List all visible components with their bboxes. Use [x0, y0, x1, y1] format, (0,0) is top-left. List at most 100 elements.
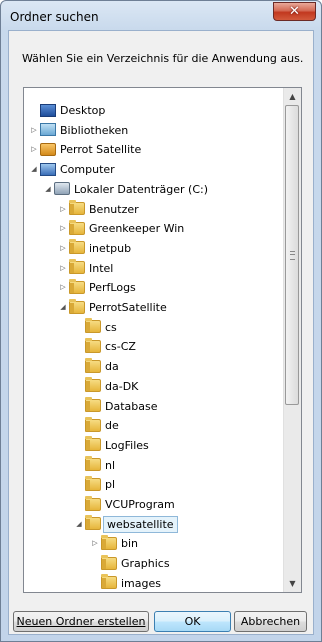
folder-icon — [85, 495, 101, 511]
tree-item-label: Desktop — [60, 104, 106, 117]
ok-label: OK — [184, 615, 201, 628]
expand-icon[interactable]: ▷ — [59, 259, 67, 278]
folder-icon — [85, 515, 101, 531]
tree-item[interactable]: ◢ Lokaler Datenträger (C:) — [44, 180, 208, 199]
description-text: Wählen Sie ein Verzeichnis für die Anwen… — [22, 52, 304, 65]
user-folder-icon — [40, 142, 56, 156]
tree-item-label: LogFiles — [105, 438, 149, 452]
tree-item[interactable]: ◢ websatellite — [75, 515, 178, 534]
tree-item-label: Computer — [60, 163, 115, 177]
tree-item-label: da — [105, 360, 119, 374]
collapse-icon[interactable]: ◢ — [75, 515, 83, 534]
folder-icon — [101, 574, 117, 590]
dialog-body: Wählen Sie ein Verzeichnis für die Anwen… — [8, 30, 314, 635]
tree-item-label: Perrot Satellite — [60, 143, 142, 157]
tree-item[interactable]: ▷ Intel — [59, 259, 113, 278]
libraries-icon — [40, 123, 56, 137]
tree-item-label: de — [105, 419, 119, 433]
tree-item[interactable]: ▷ bin — [91, 534, 138, 553]
tree-item[interactable]: ◢ PerrotSatellite — [59, 298, 167, 317]
tree-item-label: bin — [121, 537, 139, 551]
tree-item[interactable]: de — [75, 416, 119, 435]
tree-item-label: cs — [105, 320, 117, 334]
tree-item-label: Benutzer — [89, 202, 139, 216]
tree-item-label: Intel — [89, 261, 114, 275]
folder-icon — [85, 318, 101, 334]
tree-item[interactable]: LogFiles — [75, 436, 149, 455]
tree-item-label: Graphics — [121, 557, 170, 571]
expand-icon[interactable]: ▷ — [59, 200, 67, 219]
new-folder-label: Neuen Ordner erstellen — [16, 615, 146, 628]
tree-item[interactable]: da-DK — [75, 377, 138, 396]
expand-icon[interactable]: ▷ — [59, 239, 67, 258]
tree-item[interactable]: images — [91, 574, 161, 592]
folder-icon — [85, 456, 101, 472]
expand-icon[interactable]: ▷ — [30, 140, 38, 159]
folder-icon — [85, 357, 101, 373]
folder-icon — [69, 219, 85, 235]
vertical-scrollbar[interactable]: ▲ ▼ — [283, 88, 301, 592]
folder-icon — [69, 278, 85, 294]
folder-icon — [101, 534, 117, 550]
folder-icon — [85, 436, 101, 452]
close-button[interactable]: ✕ — [273, 2, 316, 21]
scroll-thumb[interactable] — [285, 105, 299, 405]
folder-browser-dialog: Ordner suchen ✕ Wählen Sie ein Verzeichn… — [0, 0, 322, 642]
tree-item[interactable]: ◢ Computer — [30, 160, 115, 179]
tree-item[interactable]: VCUProgram — [75, 495, 175, 514]
drive-icon — [54, 182, 70, 196]
grip-icon — [290, 251, 295, 260]
tree-item[interactable]: Graphics — [91, 554, 170, 573]
computer-icon — [40, 162, 56, 176]
tree-item[interactable]: Desktop — [30, 101, 105, 120]
tree-item[interactable]: nl — [75, 456, 115, 475]
window-title: Ordner suchen — [10, 10, 99, 24]
scroll-down-icon[interactable]: ▼ — [284, 575, 301, 592]
new-folder-button[interactable]: Neuen Ordner erstellen — [13, 611, 149, 632]
expand-icon[interactable]: ▷ — [59, 278, 67, 297]
folder-icon — [69, 298, 85, 314]
title-bar[interactable]: Ordner suchen ✕ — [1, 1, 321, 31]
expand-icon[interactable]: ▷ — [91, 534, 99, 553]
folder-icon — [85, 337, 101, 353]
scroll-up-icon[interactable]: ▲ — [284, 88, 301, 105]
tree-item-label: da-DK — [105, 379, 139, 393]
cancel-label: Abbrechen — [240, 615, 301, 628]
tree-item[interactable]: ▷ Bibliotheken — [30, 121, 128, 140]
tree-item-label: cs-CZ — [105, 340, 136, 354]
tree-item[interactable]: ▷ Benutzer — [59, 200, 139, 219]
tree-item[interactable]: ▷ Perrot Satellite — [30, 140, 141, 159]
tree-item[interactable]: pl — [75, 475, 115, 494]
tree-item[interactable]: cs — [75, 318, 117, 337]
close-icon: ✕ — [289, 4, 300, 19]
tree-item-label: nl — [105, 458, 116, 472]
tree-item[interactable]: ▷ inetpub — [59, 239, 131, 258]
tree-item-label: websatellite — [103, 515, 178, 533]
tree-item-label: Database — [105, 399, 158, 413]
folder-icon — [101, 554, 117, 570]
folder-icon — [69, 239, 85, 255]
tree-item-label: VCUProgram — [105, 498, 175, 511]
collapse-icon[interactable]: ◢ — [59, 298, 67, 317]
expand-icon[interactable]: ▷ — [59, 219, 67, 238]
tree-item[interactable]: da — [75, 357, 119, 376]
tree-item-label: Lokaler Datenträger (C:) — [74, 182, 209, 196]
folder-icon — [85, 416, 101, 432]
collapse-icon[interactable]: ◢ — [30, 160, 38, 179]
cancel-button[interactable]: Abbrechen — [234, 611, 307, 632]
tree-item[interactable]: cs-CZ — [75, 337, 136, 356]
tree-item[interactable]: ▷ Greenkeeper Win — [59, 219, 184, 238]
folder-icon — [69, 200, 85, 215]
expand-icon[interactable]: ▷ — [30, 121, 38, 140]
tree-item[interactable]: ▷ PerfLogs — [59, 278, 136, 297]
tree-item-label: inetpub — [89, 241, 132, 255]
tree-item[interactable]: Database — [75, 397, 158, 416]
tree-item-label: images — [121, 576, 161, 590]
folder-icon — [85, 397, 101, 412]
desktop-icon — [40, 103, 56, 117]
folder-tree[interactable]: Desktop ▷ Bibliotheken ▷ Perrot Satellite ◢ Co… — [23, 87, 302, 593]
collapse-icon[interactable]: ◢ — [44, 180, 52, 199]
folder-icon — [85, 475, 101, 491]
tree-item-label: Bibliotheken — [60, 123, 129, 137]
ok-button[interactable]: OK — [154, 611, 231, 632]
